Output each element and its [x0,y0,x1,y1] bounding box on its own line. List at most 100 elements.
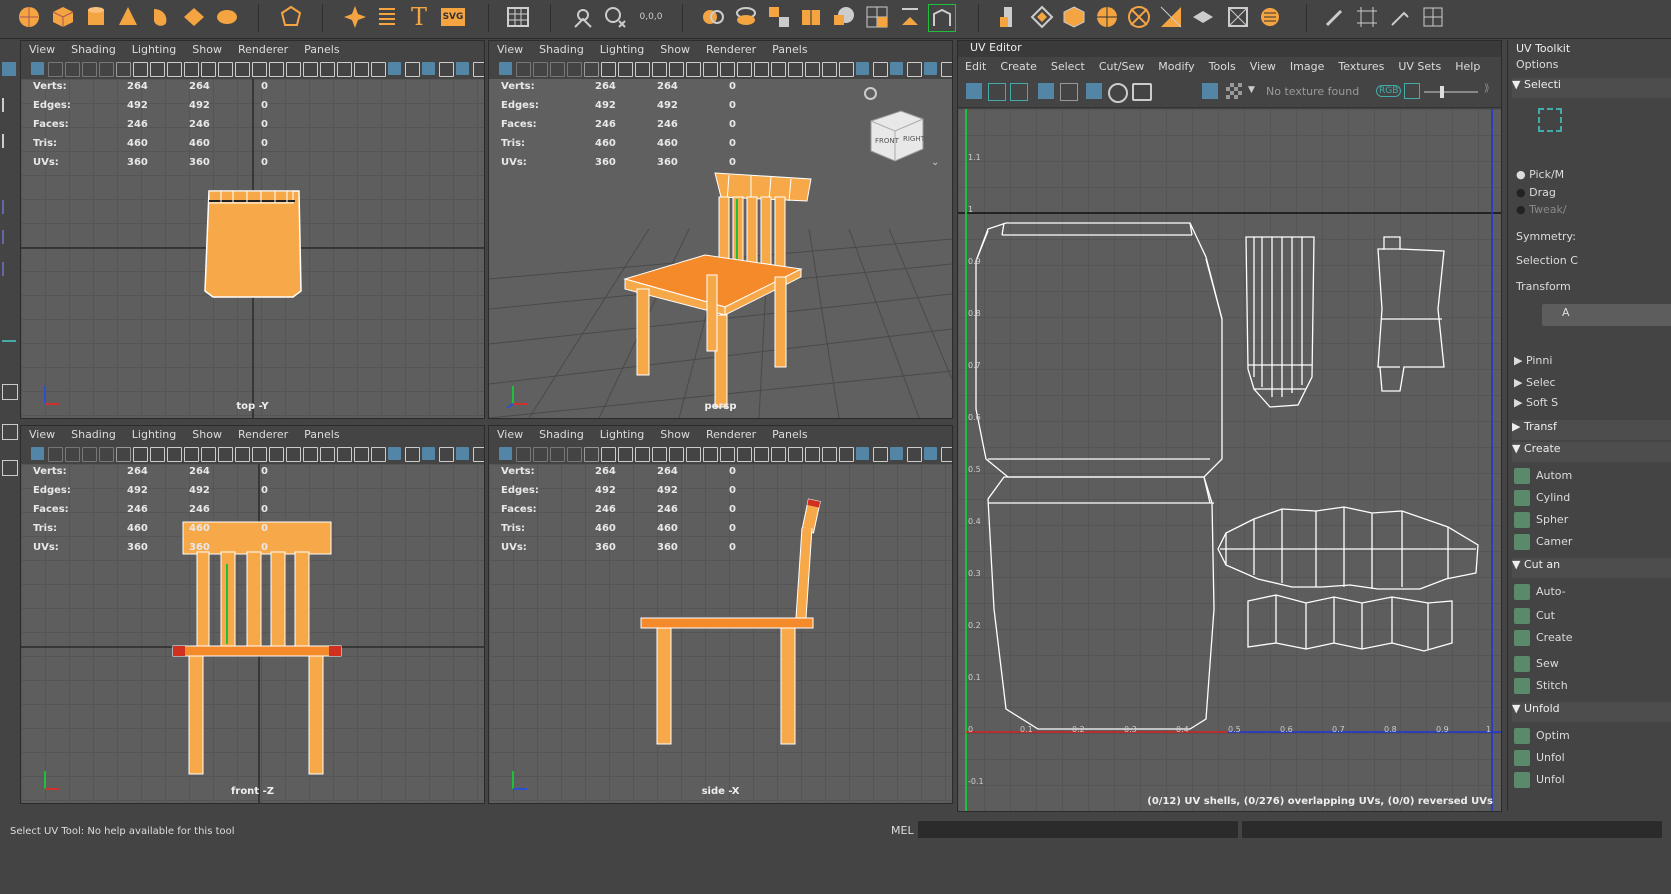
sphere-primitive-icon[interactable] [16,4,42,30]
viewport-tool-icon[interactable] [150,62,165,77]
transform-reset-icon[interactable] [602,4,628,30]
viewport-tool-icon[interactable] [116,62,131,77]
viewport-tool-icon[interactable] [788,447,803,462]
mel-language-button[interactable]: MEL [891,824,914,837]
uv-checker-pattern-icon[interactable] [1226,83,1242,99]
measure-tool-icon[interactable] [570,4,596,30]
boolean-icon[interactable] [831,4,857,30]
select-tool-icon[interactable] [2,62,16,76]
uv-distortion-icon[interactable] [988,83,1006,101]
viewport-tool-icon[interactable] [65,62,80,77]
viewport-tool-icon[interactable] [720,447,735,462]
merge-icon[interactable] [1257,4,1283,30]
menu-show[interactable]: Show [184,41,230,59]
viewport-tool-icon[interactable] [473,62,484,77]
viewport-tool-icon[interactable] [252,62,267,77]
section-create[interactable]: ▼ Create [1512,442,1671,462]
viewport-tool-icon[interactable] [303,62,318,77]
viewport-tool-icon[interactable] [252,447,267,462]
disc-primitive-icon[interactable] [214,4,240,30]
viewport-tool-icon[interactable] [388,62,401,75]
menu-lighting[interactable]: Lighting [592,426,652,444]
viewport-tool-icon[interactable] [567,62,582,77]
viewport-tool-icon[interactable] [303,447,318,462]
viewport-tool-icon[interactable] [652,62,667,77]
uv-canvas[interactable]: 1.1 1 0.9 0.8 0.7 0.6 0.5 0.4 0.3 0.2 0.… [958,109,1501,811]
exposure-icon[interactable] [1404,83,1420,99]
viewport-side[interactable]: View Shading Lighting Show Renderer Pane… [488,425,953,804]
fill-hole-icon[interactable] [1061,4,1087,30]
viewport-tool-icon[interactable] [82,447,97,462]
layout-four-icon[interactable] [2,384,18,400]
viewport-tool-icon[interactable] [703,62,718,77]
uv-snapshot-icon[interactable] [1132,83,1152,101]
viewport-tool-icon[interactable] [771,62,786,77]
viewport-tool-icon[interactable] [516,447,531,462]
uv-layout-icon[interactable] [1354,4,1380,30]
viewport-tool-icon[interactable] [516,62,531,77]
uv-checker-icon[interactable] [1010,83,1028,101]
uv-menu-select[interactable]: Select [1044,58,1092,76]
layout-side-icon[interactable] [2,424,18,440]
menu-renderer[interactable]: Renderer [230,41,296,59]
menu-view[interactable]: View [489,426,531,444]
section-cut-and-sew[interactable]: ▼ Cut an [1512,558,1671,578]
viewport-tool-icon[interactable] [771,447,786,462]
section-pinning[interactable]: ▶ Pinni [1514,354,1671,374]
viewport-tool-icon[interactable] [839,62,854,77]
auto-seams-button[interactable]: Auto- [1514,584,1671,604]
toolbar-overflow-icon[interactable]: ⟫ [1484,83,1490,94]
platonic-solid-icon[interactable] [278,4,304,30]
freeze-transforms-icon[interactable]: 0,0,0 [636,4,666,30]
bridge-icon[interactable] [897,4,923,30]
cylindrical-projection-button[interactable]: Cylind [1514,490,1671,510]
uv-menu-modify[interactable]: Modify [1151,58,1201,76]
viewport-tool-icon[interactable] [686,62,701,77]
viewcube-menu-chevron-icon[interactable]: ⌄ [931,157,939,168]
viewport-tool-icon[interactable] [48,447,63,462]
viewport-tool-icon[interactable] [456,447,469,460]
menu-panels[interactable]: Panels [296,41,347,59]
uv-toolkit-options-menu[interactable]: Options [1516,58,1558,71]
viewport-tool-icon[interactable] [439,62,454,77]
viewport-tool-icon[interactable] [99,447,114,462]
viewport-tool-icon[interactable] [941,447,952,462]
texture-dropdown-chevron-icon[interactable]: ▼ [1248,85,1255,95]
smooth-icon[interactable] [798,4,824,30]
section-soft-selection[interactable]: ▶ Soft S [1514,396,1671,416]
quad-draw-icon[interactable] [1387,4,1413,30]
extract-icon[interactable] [766,4,792,30]
viewport-tool-icon[interactable] [754,62,769,77]
viewport-tool-icon[interactable] [456,62,469,75]
viewport-tool-icon[interactable] [201,62,216,77]
home-icon[interactable] [864,87,877,100]
viewport-tool-icon[interactable] [601,62,616,77]
text-tool-icon[interactable]: T [406,3,432,31]
viewport-tool-icon[interactable] [788,62,803,77]
cylinder-primitive-icon[interactable] [83,4,109,30]
bevel-icon[interactable] [928,4,956,32]
viewport-tool-icon[interactable] [499,447,512,460]
sew-button[interactable]: Sew [1514,656,1671,676]
radio-pick-marquee[interactable]: ● Pick/M [1516,168,1564,181]
uv-menu-image[interactable]: Image [1283,58,1331,76]
apply-button[interactable]: A [1542,304,1671,326]
unfold-button[interactable]: Unfol [1514,750,1671,770]
viewport-persp[interactable]: View Shading Lighting Show Renderer Pane… [488,40,953,419]
viewport-tool-icon[interactable] [99,62,114,77]
viewport-tool-icon[interactable] [31,447,44,460]
viewport-tool-icon[interactable] [235,447,250,462]
viewport-tool-icon[interactable] [669,62,684,77]
viewport-tool-icon[interactable] [652,447,667,462]
viewport-tool-icon[interactable] [269,62,284,77]
viewport-tool-icon[interactable] [405,62,420,77]
uv-shell-icon[interactable] [1108,83,1128,103]
extrude-icon[interactable] [995,4,1021,30]
viewport-tool-icon[interactable] [167,447,182,462]
viewport-tool-icon[interactable] [218,447,233,462]
viewport-tool-icon[interactable] [422,62,435,75]
menu-lighting[interactable]: Lighting [124,426,184,444]
viewport-tool-icon[interactable] [873,447,888,462]
viewport-tool-icon[interactable] [924,447,937,460]
menu-show[interactable]: Show [652,41,698,59]
